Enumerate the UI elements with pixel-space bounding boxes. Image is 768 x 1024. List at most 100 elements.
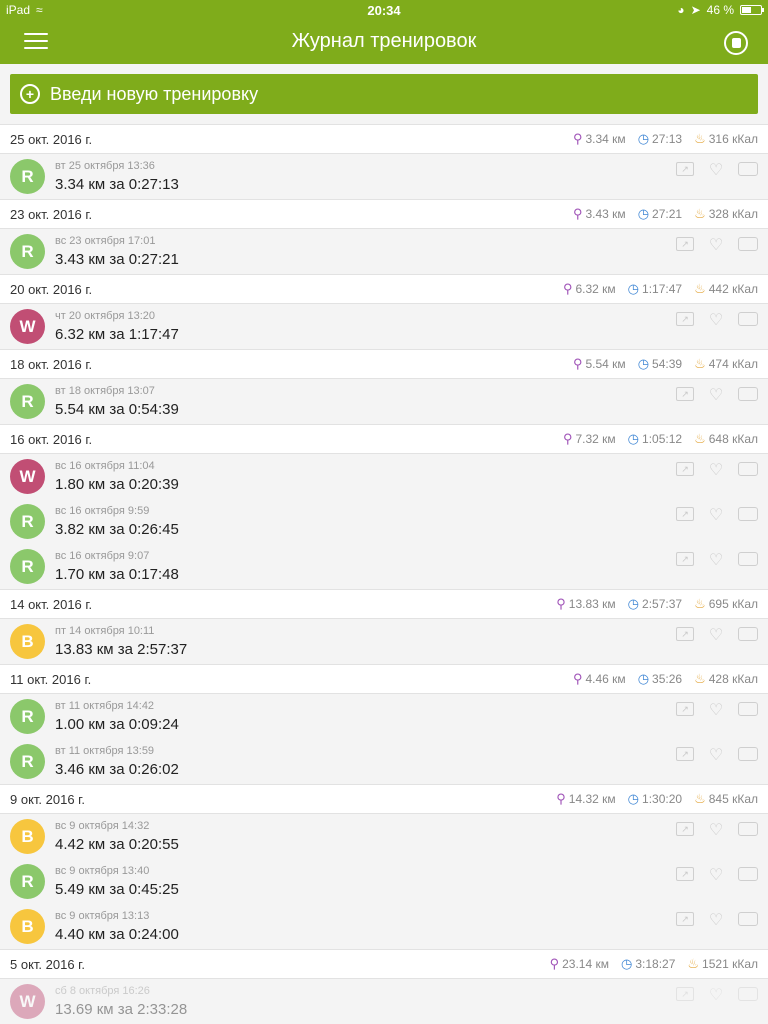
day-distance: 5.54 км bbox=[585, 357, 626, 371]
share-icon[interactable]: ↗ bbox=[676, 822, 694, 836]
status-bar: iPad ≈ 20:34 ◕ ➤ 46 % bbox=[0, 0, 768, 20]
share-icon[interactable]: ↗ bbox=[676, 912, 694, 926]
bike-activity-icon: B bbox=[10, 624, 45, 659]
workout-datetime: вт 18 октября 13:07 bbox=[55, 385, 155, 397]
heart-icon[interactable]: ♡ bbox=[706, 747, 726, 764]
heart-icon[interactable]: ♡ bbox=[706, 987, 726, 1004]
day-summary: ⚲ 13.83 км ◷ 2:57:37 ♨ 695 кКал bbox=[550, 596, 758, 612]
workout-row[interactable]: R вт 11 октября 14:42 1.00 км за 0:09:24… bbox=[0, 694, 768, 739]
workout-row[interactable]: W сб 8 октября 16:26 13.69 км за 2:33:28… bbox=[0, 979, 768, 1024]
calories-icon: ♨ bbox=[694, 356, 706, 371]
workout-row[interactable]: R вт 18 октября 13:07 5.54 км за 0:54:39… bbox=[0, 379, 768, 424]
comment-icon[interactable] bbox=[738, 552, 758, 566]
heart-icon[interactable]: ♡ bbox=[706, 867, 726, 884]
day-date: 25 окт. 2016 г. bbox=[10, 131, 93, 147]
workout-summary: 13.69 км за 2:33:28 bbox=[55, 1001, 188, 1018]
new-workout-button[interactable]: + Введи новую тренировку bbox=[10, 74, 758, 114]
comment-icon[interactable] bbox=[738, 312, 758, 326]
workout-datetime: вс 9 октября 14:32 bbox=[55, 820, 150, 832]
distance-icon: ⚲ bbox=[549, 956, 560, 971]
heart-icon[interactable]: ♡ bbox=[706, 822, 726, 839]
share-icon[interactable]: ↗ bbox=[676, 552, 694, 566]
comment-icon[interactable] bbox=[738, 987, 758, 1001]
workout-datetime: вс 16 октября 9:07 bbox=[55, 550, 150, 562]
share-icon[interactable]: ↗ bbox=[676, 162, 694, 176]
workout-row[interactable]: B вс 9 октября 13:13 4.40 км за 0:24:00 … bbox=[0, 904, 768, 949]
workout-row[interactable]: W чт 20 октября 13:20 6.32 км за 1:17:47… bbox=[0, 304, 768, 349]
run-activity-icon: R bbox=[10, 744, 45, 779]
run-activity-icon: R bbox=[10, 384, 45, 419]
workout-row[interactable]: R вс 9 октября 13:40 5.49 км за 0:45:25 … bbox=[0, 859, 768, 904]
share-icon[interactable]: ↗ bbox=[676, 387, 694, 401]
comment-icon[interactable] bbox=[738, 462, 758, 476]
workout-row[interactable]: B пт 14 октября 10:11 13.83 км за 2:57:3… bbox=[0, 619, 768, 664]
comment-icon[interactable] bbox=[738, 387, 758, 401]
comment-icon[interactable] bbox=[738, 867, 758, 881]
heart-icon[interactable]: ♡ bbox=[706, 627, 726, 644]
distance-icon: ⚲ bbox=[556, 596, 566, 611]
workout-row[interactable]: R вс 16 октября 9:59 3.82 км за 0:26:45 … bbox=[0, 499, 768, 544]
day-summary: ⚲ 23.14 км ◷ 3:18:27 ♨ 1521 кКал bbox=[544, 956, 758, 972]
workout-datetime: чт 20 октября 13:20 bbox=[55, 310, 155, 322]
workout-row[interactable]: W вс 16 октября 11:04 1.80 км за 0:20:39… bbox=[0, 454, 768, 499]
share-icon[interactable]: ↗ bbox=[676, 702, 694, 716]
calories-icon: ♨ bbox=[694, 206, 706, 221]
workout-summary: 3.43 км за 0:27:21 bbox=[55, 251, 179, 268]
day-date: 14 окт. 2016 г. bbox=[10, 596, 93, 612]
share-icon[interactable]: ↗ bbox=[676, 987, 694, 1001]
day-summary: ⚲ 3.34 км ◷ 27:13 ♨ 316 кКал bbox=[567, 131, 758, 147]
workout-row[interactable]: R вт 25 октября 13:36 3.34 км за 0:27:13… bbox=[0, 154, 768, 199]
day-date: 20 окт. 2016 г. bbox=[10, 281, 93, 297]
day-summary: ⚲ 14.32 км ◷ 1:30:20 ♨ 845 кКал bbox=[550, 791, 758, 807]
heart-icon[interactable]: ♡ bbox=[706, 162, 726, 179]
workout-datetime: вт 11 октября 14:42 bbox=[55, 700, 155, 712]
comment-icon[interactable] bbox=[738, 912, 758, 926]
workout-summary: 1.00 км за 0:09:24 bbox=[55, 716, 179, 733]
save-icon[interactable] bbox=[724, 31, 748, 55]
workout-datetime: вс 16 октября 11:04 bbox=[55, 460, 155, 472]
heart-icon[interactable]: ♡ bbox=[706, 507, 726, 524]
share-icon[interactable]: ↗ bbox=[676, 747, 694, 761]
heart-icon[interactable]: ♡ bbox=[706, 462, 726, 479]
comment-icon[interactable] bbox=[738, 747, 758, 761]
walk-activity-icon: W bbox=[10, 984, 45, 1019]
heart-icon[interactable]: ♡ bbox=[706, 912, 726, 929]
day-duration: 3:18:27 bbox=[635, 957, 676, 971]
comment-icon[interactable] bbox=[738, 162, 758, 176]
day-calories: 328 кКал bbox=[708, 207, 758, 221]
share-icon[interactable]: ↗ bbox=[676, 312, 694, 326]
workout-row[interactable]: R вс 16 октября 9:07 1.70 км за 0:17:48 … bbox=[0, 544, 768, 589]
timer-icon: ◷ bbox=[637, 356, 650, 371]
share-icon[interactable]: ↗ bbox=[676, 462, 694, 476]
calories-icon: ♨ bbox=[694, 596, 706, 611]
calories-icon: ♨ bbox=[694, 791, 706, 806]
day-header: 5 окт. 2016 г. ⚲ 23.14 км ◷ 3:18:27 ♨ 1521 … bbox=[0, 949, 768, 979]
comment-icon[interactable] bbox=[738, 507, 758, 521]
new-workout-label: Введи новую тренировку bbox=[50, 83, 259, 104]
heart-icon[interactable]: ♡ bbox=[706, 552, 726, 569]
day-duration: 35:26 bbox=[652, 672, 683, 686]
heart-icon[interactable]: ♡ bbox=[706, 237, 726, 254]
share-icon[interactable]: ↗ bbox=[676, 507, 694, 521]
workout-datetime: пт 14 октября 10:11 bbox=[55, 625, 155, 637]
comment-icon[interactable] bbox=[738, 822, 758, 836]
comment-icon[interactable] bbox=[738, 627, 758, 641]
timer-icon: ◷ bbox=[627, 281, 640, 296]
timer-icon: ◷ bbox=[637, 671, 650, 686]
heart-icon[interactable]: ♡ bbox=[706, 312, 726, 329]
workout-row[interactable]: R вс 23 октября 17:01 3.43 км за 0:27:21… bbox=[0, 229, 768, 274]
workout-row[interactable]: R вт 11 октября 13:59 3.46 км за 0:26:02… bbox=[0, 739, 768, 784]
comment-icon[interactable] bbox=[738, 702, 758, 716]
run-activity-icon: R bbox=[10, 159, 45, 194]
share-icon[interactable]: ↗ bbox=[676, 627, 694, 641]
comment-icon[interactable] bbox=[738, 237, 758, 251]
workout-list: 25 окт. 2016 г. ⚲ 3.34 км ◷ 27:13 ♨ 316 кКа… bbox=[0, 124, 768, 1024]
heart-icon[interactable]: ♡ bbox=[706, 387, 726, 404]
heart-icon[interactable]: ♡ bbox=[706, 702, 726, 719]
workout-datetime: вс 23 октября 17:01 bbox=[55, 235, 156, 247]
workout-summary: 3.34 км за 0:27:13 bbox=[55, 176, 179, 193]
share-icon[interactable]: ↗ bbox=[676, 237, 694, 251]
battery-icon bbox=[740, 5, 764, 15]
share-icon[interactable]: ↗ bbox=[676, 867, 694, 881]
workout-row[interactable]: B вс 9 октября 14:32 4.42 км за 0:20:55 … bbox=[0, 814, 768, 859]
